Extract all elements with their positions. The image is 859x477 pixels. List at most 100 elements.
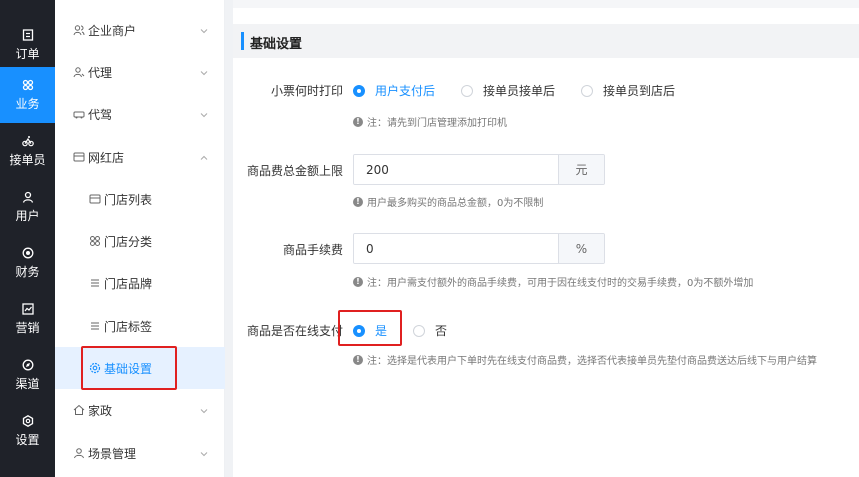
chevron-down-icon [199, 448, 209, 458]
menu-item-scene-management[interactable]: 场景管理 [55, 432, 225, 474]
radio-dot [581, 84, 593, 97]
chevron-down-icon [199, 405, 209, 415]
main-nav-rail: 订单 业务 接单员 用户 财务 营销 渠道 设置 [0, 0, 55, 477]
menu-item-label: 门店分类 [104, 234, 153, 249]
highlight-box [338, 310, 402, 346]
note-text: 注：请先到门店管理添加打印机 [367, 118, 507, 129]
list-icon [89, 320, 101, 332]
users-icon [73, 24, 85, 36]
fee-label: 商品手续费 [282, 243, 343, 257]
rail-item-settings[interactable]: 设置 [0, 403, 55, 459]
radio-dot [353, 84, 365, 97]
limit-input[interactable] [354, 155, 558, 184]
note-text: 用户最多购买的商品总金额，0为不限制 [367, 198, 544, 209]
store-icon [73, 151, 85, 163]
print-option-after-accept[interactable]: 接单员接单后 [461, 82, 555, 99]
finance-icon [21, 246, 35, 260]
rail-item-marketing[interactable]: 营销 [0, 291, 55, 347]
agent-icon [73, 66, 85, 78]
menu-item-store-category[interactable]: 门店分类 [55, 220, 225, 262]
note-text: 注：选择是代表用户下单时先在线支付商品费，选择否代表接单员先垫付商品费送达后线下… [367, 356, 817, 367]
radio-dot [461, 84, 473, 97]
settings-icon [21, 414, 35, 428]
business-icon [21, 78, 35, 92]
radio-label: 否 [435, 324, 448, 338]
section-accent-bar [241, 32, 244, 50]
radio-label: 用户支付后 [375, 84, 436, 98]
user-icon [21, 190, 35, 204]
home-icon [73, 404, 85, 416]
rail-item-channel[interactable]: 渠道 [0, 347, 55, 403]
channel-icon [21, 358, 35, 372]
radio-dot [413, 324, 425, 337]
rail-item-business[interactable]: 业务 [0, 67, 55, 123]
chevron-down-icon [199, 109, 209, 119]
menu-item-label: 家政 [88, 403, 113, 418]
info-icon: ! [353, 276, 363, 287]
menu-item-label: 网红店 [88, 150, 125, 165]
menu-item-influencer-store[interactable]: 网红店 [55, 136, 225, 178]
limit-label: 商品费总金额上限 [246, 164, 343, 178]
menu-item-agent[interactable]: 代理 [55, 51, 225, 93]
print-timing-label: 小票何时打印 [270, 84, 343, 98]
rail-label: 订单 [15, 47, 40, 61]
rail-label: 渠道 [15, 377, 40, 391]
fee-input[interactable] [354, 234, 558, 263]
marketing-icon [21, 302, 35, 316]
menu-item-label: 场景管理 [88, 446, 137, 461]
menu-item-label: 代理 [88, 65, 113, 80]
list-icon [89, 277, 101, 289]
car-icon [73, 108, 85, 120]
rail-item-finance[interactable]: 财务 [0, 235, 55, 291]
menu-item-driver[interactable]: 代驾 [55, 93, 225, 135]
radio-label: 接单员到店后 [603, 84, 676, 98]
rail-label: 接单员 [9, 153, 46, 167]
highlight-box [81, 346, 177, 390]
print-note: ! 注：请先到门店管理添加打印机 [353, 114, 507, 129]
limit-note: ! 用户最多购买的商品总金额，0为不限制 [353, 194, 543, 209]
fee-input-group: % [353, 233, 605, 264]
note-text: 注：用户需支付额外的商品手续费，可用于因在线支付时的交易手续费，0为不额外增加 [367, 278, 754, 289]
menu-item-store-brand[interactable]: 门店品牌 [55, 262, 225, 304]
rail-label: 财务 [15, 265, 40, 279]
menu-item-label: 门店品牌 [104, 276, 153, 291]
rail-label: 营销 [15, 321, 40, 335]
print-option-after-payment[interactable]: 用户支付后 [353, 82, 435, 99]
top-strip [233, 0, 859, 8]
rail-label: 用户 [15, 209, 40, 223]
menu-item-label: 代驾 [88, 107, 113, 122]
section-title: 基础设置 [250, 37, 303, 52]
user-icon [73, 447, 85, 459]
online-pay-note: ! 注：选择是代表用户下单时先在线支付商品费，选择否代表接单员先垫付商品费送达后… [353, 352, 817, 367]
rail-label: 业务 [15, 97, 40, 111]
limit-suffix: 元 [558, 155, 604, 184]
limit-input-group: 元 [353, 154, 605, 185]
section-header: 基础设置 [233, 24, 859, 58]
fee-note: ! 注：用户需支付额外的商品手续费，可用于因在线支付时的交易手续费，0为不额外增… [353, 274, 753, 289]
online-pay-label: 商品是否在线支付 [246, 324, 343, 338]
online-pay-no[interactable]: 否 [413, 322, 447, 339]
menu-item-housekeeping[interactable]: 家政 [55, 389, 225, 431]
settings-panel: 基础设置 小票何时打印 用户支付后 接单员接单后 接单员到店后 ! 注：请先到门… [233, 8, 859, 477]
rail-item-orders[interactable]: 订单 [0, 17, 55, 73]
secondary-menu: 企业商户 代理 代驾 网红店 门店列表 门店分类 门店品牌 门店标签 基础设置 … [55, 0, 225, 477]
rail-item-riders[interactable]: 接单员 [0, 123, 55, 179]
radio-label: 接单员接单后 [483, 84, 556, 98]
print-option-after-arrival[interactable]: 接单员到店后 [581, 82, 675, 99]
menu-item-store-tags[interactable]: 门店标签 [55, 305, 225, 347]
rail-item-users[interactable]: 用户 [0, 179, 55, 235]
info-icon: ! [353, 354, 363, 365]
menu-item-store-list[interactable]: 门店列表 [55, 178, 225, 220]
grid-icon [89, 235, 101, 247]
menu-item-enterprise[interactable]: 企业商户 [55, 9, 225, 51]
chevron-down-icon [199, 25, 209, 35]
rider-icon [21, 134, 35, 148]
info-icon: ! [353, 116, 363, 127]
chevron-down-icon [199, 67, 209, 77]
order-icon [21, 28, 35, 42]
fee-suffix: % [558, 234, 604, 263]
store-icon [89, 193, 101, 205]
menu-item-label: 门店标签 [104, 319, 153, 334]
rail-label: 设置 [15, 433, 40, 447]
menu-item-label: 门店列表 [104, 192, 153, 207]
